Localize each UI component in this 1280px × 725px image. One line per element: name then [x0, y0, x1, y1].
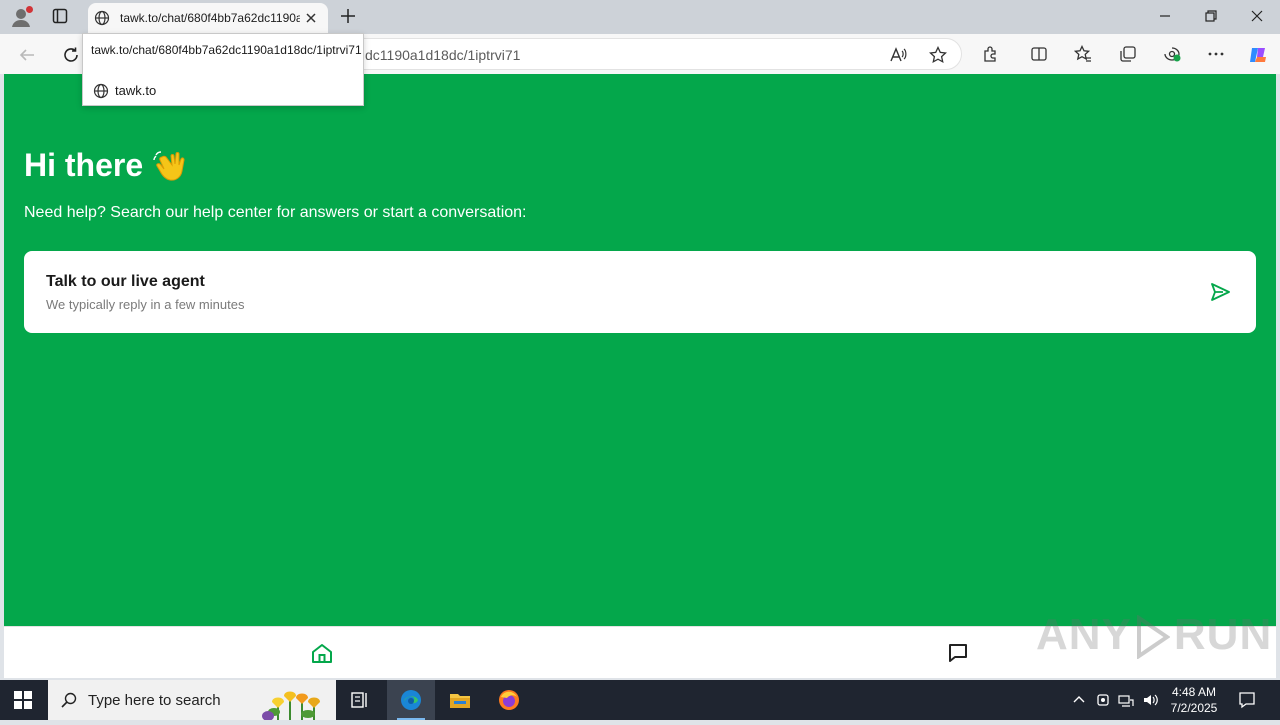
- edge-icon: [401, 690, 421, 710]
- chat-widget-page: Hi there Need help? Search our help cent…: [4, 74, 1276, 678]
- extensions-icon[interactable]: [982, 45, 1000, 63]
- copilot-icon[interactable]: [1248, 45, 1266, 63]
- watermark-left: ANY: [1036, 610, 1132, 659]
- tab-title: tawk.to/chat/680f4bb7a62dc1190a1d18dc/1i…: [120, 11, 300, 25]
- browser-essentials-icon[interactable]: [1163, 45, 1181, 63]
- firefox-icon: [499, 690, 519, 710]
- taskbar-clock[interactable]: 4:48 AM 7/2/2025: [1160, 684, 1228, 716]
- close-tab-icon[interactable]: [304, 11, 318, 25]
- back-icon[interactable]: [18, 46, 36, 64]
- waving-hand-icon: [152, 149, 188, 185]
- task-view-button[interactable]: [336, 680, 384, 720]
- help-subtitle: Need help? Search our help center for an…: [24, 204, 527, 221]
- search-placeholder: Type here to search: [88, 692, 221, 709]
- chat-bubble-icon[interactable]: [946, 641, 970, 665]
- windows-taskbar: Type here to search 4:48 AM 7/2/2025: [0, 680, 1280, 721]
- address-url: dc1190a1d18dc/1iptrvi71: [365, 47, 521, 63]
- clock-time: 4:48 AM: [1171, 685, 1217, 699]
- windows-start-icon[interactable]: [14, 691, 32, 709]
- tab-actions-icon[interactable]: [52, 8, 68, 24]
- folder-icon: [450, 694, 470, 708]
- volume-icon[interactable]: [1142, 692, 1158, 708]
- live-agent-title: Talk to our live agent: [46, 273, 205, 290]
- hero-section: Hi there Need help? Search our help cent…: [4, 74, 1276, 626]
- split-screen-icon[interactable]: [1030, 45, 1048, 63]
- notification-center-icon[interactable]: [1238, 691, 1256, 709]
- tab-hover-tooltip: tawk.to/chat/680f4bb7a62dc1190a1d18dc/1i…: [82, 33, 364, 106]
- network-icon[interactable]: [1118, 692, 1134, 708]
- play-triangle-icon: [1136, 614, 1171, 661]
- browser-tab-strip: tawk.to/chat/680f4bb7a62dc1190a1d18dc/1i…: [0, 0, 1280, 34]
- notification-dot: [26, 6, 33, 13]
- new-tab-icon[interactable]: [340, 8, 356, 24]
- chevron-up-icon[interactable]: [1071, 692, 1087, 708]
- taskbar-firefox-button[interactable]: [485, 680, 533, 720]
- refresh-icon[interactable]: [62, 46, 80, 64]
- taskbar-edge-button[interactable]: [387, 680, 435, 720]
- tooltip-site: tawk.to: [115, 83, 157, 98]
- globe-icon: [94, 10, 110, 26]
- collections-icon[interactable]: [1119, 45, 1137, 63]
- favorite-star-icon[interactable]: [929, 45, 947, 64]
- active-tab[interactable]: tawk.to/chat/680f4bb7a62dc1190a1d18dc/1i…: [88, 3, 328, 34]
- taskbar-search-box[interactable]: Type here to search: [48, 680, 336, 721]
- favorites-icon[interactable]: [1073, 44, 1092, 63]
- home-icon[interactable]: [310, 641, 334, 665]
- tooltip-url: tawk.to/chat/680f4bb7a62dc1190a1d18dc/1i…: [91, 43, 362, 57]
- read-aloud-icon[interactable]: [889, 46, 907, 64]
- live-agent-card[interactable]: Talk to our live agent We typically repl…: [24, 251, 1256, 333]
- minimize-icon[interactable]: [1158, 9, 1172, 23]
- task-view-icon: [351, 692, 367, 708]
- search-icon: [61, 692, 77, 708]
- greeting-heading: Hi there: [24, 147, 144, 183]
- tulips-illustration-icon: [260, 682, 336, 721]
- globe-icon: [93, 83, 109, 99]
- reply-time-text: We typically reply in a few minutes: [46, 297, 245, 312]
- close-window-icon[interactable]: [1250, 9, 1264, 23]
- profile-avatar-icon[interactable]: [10, 6, 34, 28]
- watermark-right: RUN: [1173, 610, 1273, 659]
- taskbar-explorer-button[interactable]: [436, 680, 484, 720]
- anyrun-watermark: ANY RUN: [1036, 610, 1273, 661]
- restore-icon[interactable]: [1204, 9, 1218, 23]
- meet-now-icon[interactable]: [1095, 692, 1111, 708]
- clock-date: 7/2/2025: [1170, 701, 1218, 715]
- more-menu-icon[interactable]: [1207, 45, 1225, 63]
- send-icon[interactable]: [1210, 282, 1230, 302]
